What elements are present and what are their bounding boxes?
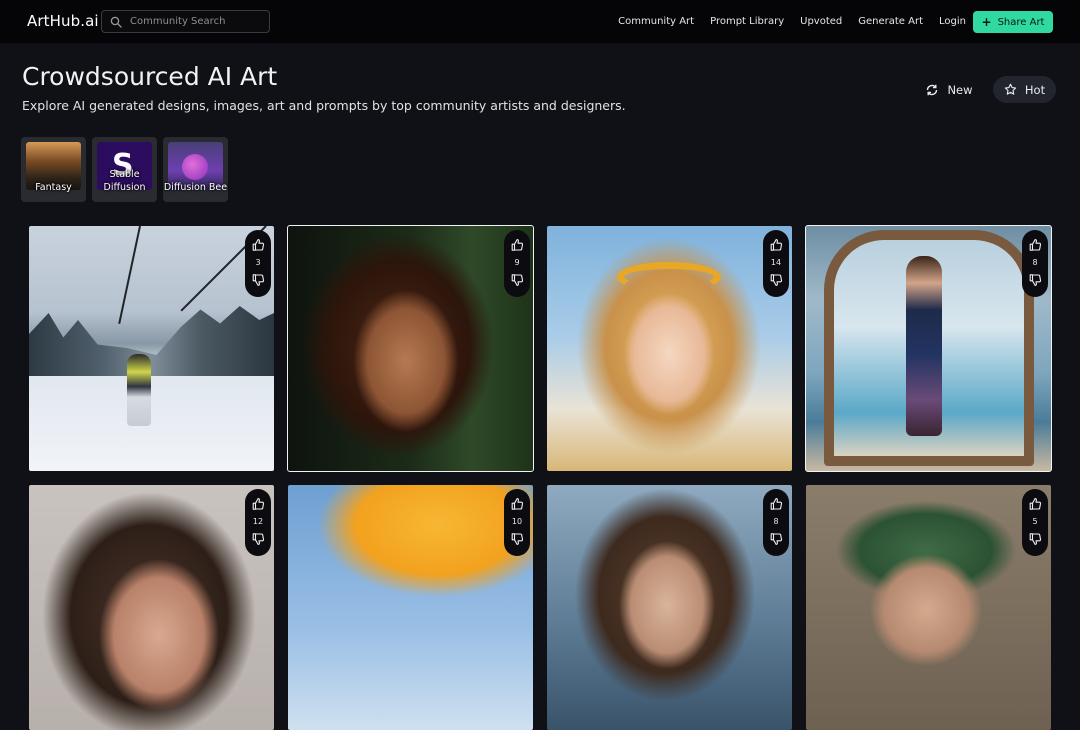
vote-count: 5: [1032, 517, 1038, 526]
search-box[interactable]: [101, 10, 270, 33]
thumbs-down-icon[interactable]: [251, 532, 265, 546]
thumbs-down-icon[interactable]: [769, 532, 783, 546]
category-label: Diffusion Bee: [163, 182, 228, 193]
art-image[interactable]: [29, 226, 274, 471]
vote-count: 3: [255, 258, 261, 267]
vote-panel: 9: [504, 230, 530, 297]
star-icon: [1004, 83, 1017, 96]
thumbs-up-icon[interactable]: [1028, 497, 1042, 511]
main-nav: Community Art Prompt Library Upvoted Gen…: [618, 0, 966, 43]
category-stable-diffusion[interactable]: Stable Diffusion: [92, 137, 157, 202]
thumbs-down-icon[interactable]: [1028, 273, 1042, 287]
vote-count: 10: [511, 517, 523, 526]
thumbs-up-icon[interactable]: [769, 238, 783, 252]
vote-panel: 3: [245, 230, 271, 297]
nav-upvoted[interactable]: Upvoted: [800, 16, 842, 27]
site-logo[interactable]: ArtHub.ai: [27, 12, 99, 30]
art-card[interactable]: 8: [805, 225, 1052, 472]
vote-panel: 14: [763, 230, 789, 297]
vote-count: 9: [514, 258, 520, 267]
vote-panel: 8: [1022, 230, 1048, 297]
thumbs-up-icon[interactable]: [251, 497, 265, 511]
thumbs-down-icon[interactable]: [1028, 532, 1042, 546]
art-image[interactable]: [288, 226, 533, 471]
search-input[interactable]: [130, 16, 265, 27]
sort-hot-button[interactable]: Hot: [993, 76, 1056, 103]
nav-generate-art[interactable]: Generate Art: [858, 16, 923, 27]
thumbs-down-icon[interactable]: [769, 273, 783, 287]
vote-panel: 10: [504, 489, 530, 556]
thumbs-down-icon[interactable]: [251, 273, 265, 287]
category-fantasy[interactable]: Fantasy: [21, 137, 86, 202]
vote-count: 14: [770, 258, 782, 267]
plus-icon: +: [981, 15, 992, 29]
thumbs-up-icon[interactable]: [251, 238, 265, 252]
vote-panel: 8: [763, 489, 789, 556]
share-art-label: Share Art: [997, 16, 1045, 28]
refresh-icon: [925, 83, 939, 97]
thumbs-up-icon[interactable]: [510, 497, 524, 511]
sort-new-label: New: [947, 82, 973, 97]
vote-count: 8: [1032, 258, 1038, 267]
thumbs-down-icon[interactable]: [510, 532, 524, 546]
nav-prompt-library[interactable]: Prompt Library: [710, 16, 784, 27]
thumbs-up-icon[interactable]: [1028, 238, 1042, 252]
nav-community-art[interactable]: Community Art: [618, 16, 694, 27]
vote-panel: 12: [245, 489, 271, 556]
sort-hot-label: Hot: [1024, 82, 1046, 97]
category-label: Stable Diffusion: [103, 169, 146, 193]
category-chips: Fantasy Stable Diffusion Diffusion Bee: [21, 137, 228, 202]
art-card[interactable]: 3: [29, 226, 274, 471]
art-image[interactable]: [806, 226, 1051, 471]
thumbs-up-icon[interactable]: [769, 497, 783, 511]
thumbs-up-icon[interactable]: [510, 238, 524, 252]
sort-new-button[interactable]: New: [916, 76, 982, 103]
category-diffusion-bee[interactable]: Diffusion Bee: [163, 137, 228, 202]
vote-panel: 5: [1022, 489, 1048, 556]
page-title: Crowdsourced AI Art: [22, 62, 278, 91]
art-image[interactable]: [547, 226, 792, 471]
search-icon: [110, 16, 122, 28]
art-card[interactable]: 9: [287, 225, 534, 472]
nav-login[interactable]: Login: [939, 16, 966, 27]
vote-count: 12: [252, 517, 264, 526]
vote-count: 8: [773, 517, 779, 526]
page-subtitle: Explore AI generated designs, images, ar…: [22, 98, 626, 113]
share-art-button[interactable]: + Share Art: [973, 11, 1053, 33]
art-card[interactable]: 14: [547, 226, 792, 471]
thumbs-down-icon[interactable]: [510, 273, 524, 287]
top-navigation-bar: ArtHub.ai Community Art Prompt Library U…: [0, 0, 1080, 43]
category-label: Fantasy: [35, 182, 72, 193]
